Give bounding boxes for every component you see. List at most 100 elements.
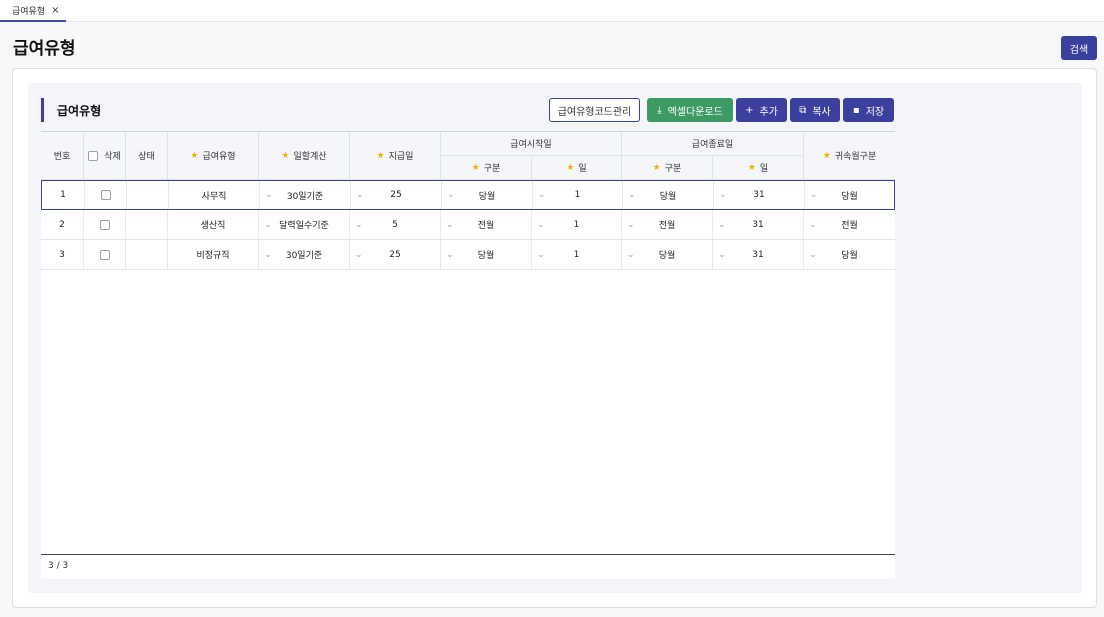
row-attr-month-value: 당월 <box>841 191 858 202</box>
required-star-icon: ★ <box>190 150 199 161</box>
copy-label: 복사 <box>812 106 831 118</box>
row-start-day-value: 1 <box>573 249 580 260</box>
row-start-div-select[interactable]: ⌄ 당월 <box>442 181 533 209</box>
tab-pay-type[interactable]: 급여유형 × <box>0 0 66 22</box>
header-daily-calc-label: 일할계산 <box>293 152 327 162</box>
row-pay-type[interactable]: 사무직 <box>169 181 260 209</box>
row-pay-type[interactable]: 생산직 <box>168 210 259 239</box>
record-count: 3 / 3 <box>48 561 69 571</box>
row-end-day-value: 31 <box>753 190 765 200</box>
row-status <box>126 210 168 239</box>
chevron-down-icon: ⌄ <box>447 190 455 200</box>
header-delete-label: 삭제 <box>104 152 121 162</box>
header-end-div: ★ 구분 <box>622 156 713 180</box>
header-attr-month-label: 귀속월구분 <box>834 152 877 162</box>
chevron-down-icon: ⌄ <box>355 219 363 230</box>
select-all-checkbox[interactable] <box>88 150 99 161</box>
chevron-down-icon: ⌄ <box>718 249 726 260</box>
row-status <box>126 240 168 269</box>
required-star-icon: ★ <box>376 150 385 161</box>
row-end-div-select[interactable]: ⌄ 전월 <box>622 210 713 239</box>
table-row[interactable]: 1 사무직 ⌄ 30일기준 ⌄ 25 ⌄ 당월 ⌄ 1 ⌄ 당월 ⌄ 31 ⌄ 당월 <box>41 180 895 210</box>
row-pay-type[interactable]: 비정규직 <box>168 240 259 269</box>
row-attr-month-select[interactable]: ⌄ 당월 <box>805 181 894 209</box>
row-end-day-select[interactable]: ⌄ 31 <box>713 240 804 269</box>
row-attr-month-value: 전월 <box>841 221 858 231</box>
header-pay-type-label: 급여유형 <box>202 152 236 162</box>
add-button[interactable]: + 추가 <box>736 98 787 122</box>
required-star-icon: ★ <box>747 162 756 173</box>
required-star-icon: ★ <box>281 150 290 161</box>
tab-label: 급여유형 <box>12 6 46 17</box>
header-delete: 삭제 <box>84 132 126 180</box>
header-start-day-label: 일 <box>578 164 587 174</box>
row-start-div-value: 당월 <box>478 191 496 202</box>
copy-icon: ⧉ <box>799 104 807 116</box>
chevron-down-icon: ⌄ <box>627 249 635 260</box>
row-start-div-select[interactable]: ⌄ 당월 <box>441 240 532 269</box>
row-pay-day-select[interactable]: ⌄ 25 <box>350 240 441 269</box>
row-start-div-select[interactable]: ⌄ 전월 <box>441 210 532 239</box>
required-star-icon: ★ <box>566 162 575 173</box>
chevron-down-icon: ⌄ <box>718 219 726 230</box>
row-start-day-select[interactable]: ⌄ 1 <box>532 240 622 269</box>
save-button[interactable]: ▪ 저장 <box>843 98 894 122</box>
header-no: 번호 <box>41 132 84 180</box>
header-end-day-label: 일 <box>759 164 769 174</box>
copy-button[interactable]: ⧉ 복사 <box>790 98 840 122</box>
row-delete-cell <box>84 240 126 269</box>
chevron-down-icon: ⌄ <box>719 190 727 200</box>
row-start-day-value: 1 <box>574 190 581 200</box>
row-start-day-select[interactable]: ⌄ 1 <box>533 181 623 209</box>
row-daily-calc-select[interactable]: ⌄ 30일기준 <box>259 240 350 269</box>
row-daily-calc-select[interactable]: ⌄ 30일기준 <box>260 181 351 209</box>
chevron-down-icon: ⌄ <box>810 190 818 200</box>
header-end-day: ★ 일 <box>713 156 804 180</box>
chevron-down-icon: ⌄ <box>627 219 635 230</box>
row-end-div-value: 전월 <box>658 221 676 231</box>
close-icon[interactable]: × <box>51 5 59 16</box>
row-pay-day-select[interactable]: ⌄ 25 <box>351 181 442 209</box>
row-delete-checkbox[interactable] <box>100 190 111 200</box>
chevron-down-icon: ⌄ <box>356 190 364 200</box>
header-start-group: 급여시작일 <box>441 132 622 156</box>
row-end-day-select[interactable]: ⌄ 31 <box>714 181 805 209</box>
row-delete-checkbox[interactable] <box>99 249 110 260</box>
row-end-div-select[interactable]: ⌄ 당월 <box>623 181 714 209</box>
chevron-down-icon: ⌄ <box>265 190 273 200</box>
chevron-down-icon: ⌄ <box>537 249 545 260</box>
row-no: 2 <box>41 210 84 239</box>
row-start-day-select[interactable]: ⌄ 1 <box>532 210 622 239</box>
chevron-down-icon: ⌄ <box>809 249 817 260</box>
row-start-day-value: 1 <box>573 219 580 230</box>
table-row[interactable]: 2 생산직 ⌄ 달력일수기준 ⌄ 5 ⌄ 전월 ⌄ 1 ⌄ 전월 ⌄ 31 ⌄ 전월 <box>41 210 895 240</box>
download-icon: ⤓ <box>657 104 662 116</box>
excel-download-button[interactable]: ⤓ 엑셀다운로드 <box>647 98 733 122</box>
row-daily-calc-select[interactable]: ⌄ 달력일수기준 <box>259 210 350 239</box>
row-end-div-select[interactable]: ⌄ 당월 <box>622 240 713 269</box>
row-pay-day-select[interactable]: ⌄ 5 <box>350 210 441 239</box>
chevron-down-icon: ⌄ <box>809 219 817 230</box>
row-pay-day-value: 5 <box>392 219 398 230</box>
search-button[interactable]: 검색 <box>1061 36 1097 60</box>
row-end-day-value: 31 <box>752 249 764 260</box>
header-attr-month: ★ 귀속월구분 <box>804 132 895 180</box>
row-status <box>127 181 169 209</box>
chevron-down-icon: ⌄ <box>355 249 363 260</box>
excel-download-label: 엑셀다운로드 <box>667 106 723 118</box>
row-delete-checkbox[interactable] <box>99 219 110 230</box>
save-icon: ▪ <box>852 104 860 116</box>
row-delete-cell <box>84 210 126 239</box>
add-label: 추가 <box>759 106 778 118</box>
pay-type-code-manage-button[interactable]: 급여유형코드관리 <box>549 98 640 122</box>
row-pay-day-value: 25 <box>389 249 401 260</box>
row-no: 1 <box>42 181 85 209</box>
table-row[interactable]: 3 비정규직 ⌄ 30일기준 ⌄ 25 ⌄ 당월 ⌄ 1 ⌄ 당월 ⌄ 31 ⌄ 당월 <box>41 240 895 270</box>
row-daily-calc-value: 30일기준 <box>286 191 324 202</box>
row-end-day-select[interactable]: ⌄ 31 <box>713 210 804 239</box>
header-daily-calc: ★ 일할계산 <box>259 132 350 180</box>
row-attr-month-select[interactable]: ⌄ 전월 <box>804 210 895 239</box>
row-attr-month-select[interactable]: ⌄ 당월 <box>804 240 895 269</box>
tab-bar: 급여유형 × <box>0 0 1104 22</box>
header-end-group: 급여종료일 <box>622 132 804 156</box>
